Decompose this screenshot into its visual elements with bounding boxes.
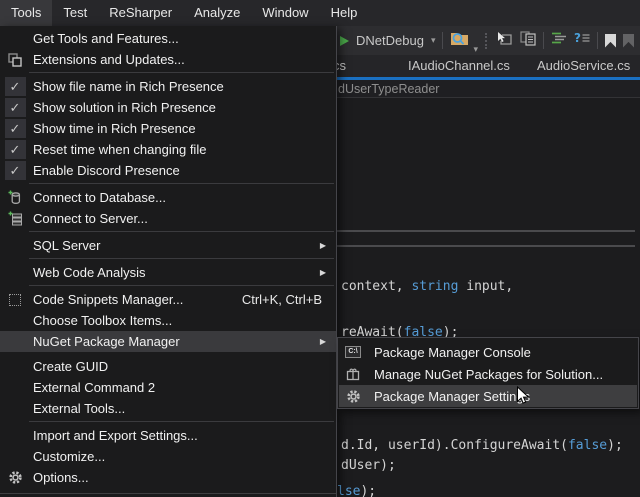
menu-item-reset-time[interactable]: ✓ Reset time when changing file [0,139,336,160]
splitter-line [337,230,635,232]
comment-help-icon[interactable]: ? [574,31,590,50]
menu-item-nuget-package-manager[interactable]: NuGet Package Manager ▶ [0,331,336,352]
checkmark-icon: ✓ [5,119,26,138]
menu-item-choose-toolbox-items[interactable]: Choose Toolbox Items... [0,310,336,331]
menu-item-options[interactable]: Options... [0,467,336,488]
tab-iaudiochannel[interactable]: IAudioChannel.cs [408,55,510,77]
document-tab-bar: cs IAudioChannel.cs AudioService.cs [330,55,640,77]
extensions-icon [0,53,30,67]
code-editor[interactable]: context, string input, reAwait(false); d… [330,99,640,497]
menu-item-import-export-settings[interactable]: Import and Export Settings... [0,425,336,446]
submenu-arrow-icon: ▶ [320,268,330,277]
checkmark-icon: ✓ [5,140,26,159]
toolbar-separator [442,32,443,49]
tab-audioservice[interactable]: AudioService.cs [537,55,630,77]
console-icon: C:\ [339,346,367,358]
previous-bookmark-icon[interactable] [623,34,634,48]
submenu-arrow-icon: ▶ [320,337,330,346]
menu-item-show-time[interactable]: ✓ Show time in Rich Presence [0,118,336,139]
code-line: d.Id, userId).ConfigureAwait(false); [341,438,623,453]
code-line: dUser); [341,458,396,473]
menu-separator [29,285,334,286]
menu-item-create-guid[interactable]: Create GUID [0,356,336,377]
menu-item-get-tools-and-features[interactable]: Get Tools and Features... [0,28,336,49]
menu-analyze[interactable]: Analyze [183,0,251,26]
submenu-arrow-icon: ▶ [320,241,330,250]
menu-window[interactable]: Window [251,0,319,26]
svg-text:?: ? [574,31,581,45]
menu-item-customize[interactable]: Customize... [0,446,336,467]
menu-resharper[interactable]: ReSharper [98,0,183,26]
menu-item-web-code-analysis[interactable]: Web Code Analysis ▶ [0,262,336,283]
menu-test[interactable]: Test [52,0,98,26]
find-caret-icon[interactable]: ▾ [473,44,478,55]
tools-menu: Get Tools and Features... Extensions and… [0,26,337,497]
menu-item-code-snippets-manager[interactable]: Code Snippets Manager... Ctrl+K, Ctrl+B [0,289,336,310]
snippets-icon [0,294,30,306]
run-config-caret-icon[interactable]: ▾ [431,35,436,46]
menu-separator [29,72,334,73]
standard-toolbar: DNetDebug ▾ ▾ ? [330,26,640,55]
server-add-icon [0,211,30,226]
format-document-icon[interactable] [551,31,567,50]
play-icon[interactable] [340,36,349,46]
menu-separator [29,183,334,184]
toolbar-separator [543,32,544,49]
menu-item-show-file-name[interactable]: ✓ Show file name in Rich Presence [0,76,336,97]
menu-item-enable-discord-presence[interactable]: ✓ Enable Discord Presence [0,160,336,181]
menu-item-extensions-and-updates[interactable]: Extensions and Updates... [0,49,336,70]
database-add-icon [0,190,30,205]
bookmark-icon[interactable] [605,34,616,48]
menu-bottom-border [0,493,336,494]
run-config-dropdown[interactable]: DNetDebug [356,33,424,48]
checkmark-icon: ✓ [5,161,26,180]
code-line: lse); [337,484,376,497]
menu-tools[interactable]: Tools [0,0,52,26]
menu-help[interactable]: Help [320,0,369,26]
shortcut-label: Ctrl+K, Ctrl+B [242,292,330,307]
submenu-item-package-manager-console[interactable]: C:\ Package Manager Console [339,341,637,363]
toolbar-grip[interactable] [485,33,488,49]
menu-item-show-solution[interactable]: ✓ Show solution in Rich Presence [0,97,336,118]
package-icon [339,367,367,381]
submenu-item-package-manager-settings[interactable]: Package Manager Settings [339,385,637,407]
navigate-selection-icon[interactable] [495,31,513,51]
copy-document-icon[interactable] [520,31,536,51]
menu-separator [29,421,334,422]
menu-item-connect-to-server[interactable]: Connect to Server... [0,208,336,229]
checkmark-icon: ✓ [5,98,26,117]
menu-bar: Tools Test ReSharper Analyze Window Help [0,0,640,26]
toolbar-separator [597,32,598,49]
menu-item-external-command-2[interactable]: External Command 2 [0,377,336,398]
mouse-cursor [516,386,531,412]
vs-window: Tools Test ReSharper Analyze Window Help… [0,0,640,497]
gear-icon [339,389,367,404]
menu-item-external-tools[interactable]: External Tools... [0,398,336,419]
find-in-files-icon[interactable] [450,30,470,51]
splitter-line [337,245,635,247]
checkmark-icon: ✓ [5,77,26,96]
gear-icon [0,470,30,485]
submenu-item-manage-nuget-packages[interactable]: Manage NuGet Packages for Solution... [339,363,637,385]
menu-item-connect-to-database[interactable]: Connect to Database... [0,187,336,208]
nuget-submenu: C:\ Package Manager Console Manage NuGet… [337,337,639,409]
menu-separator [29,258,334,259]
menu-item-sql-server[interactable]: SQL Server ▶ [0,235,336,256]
menu-separator [29,231,334,232]
code-line: context, string input, [341,279,513,294]
breadcrumb[interactable]: dUserTypeReader [330,80,640,98]
